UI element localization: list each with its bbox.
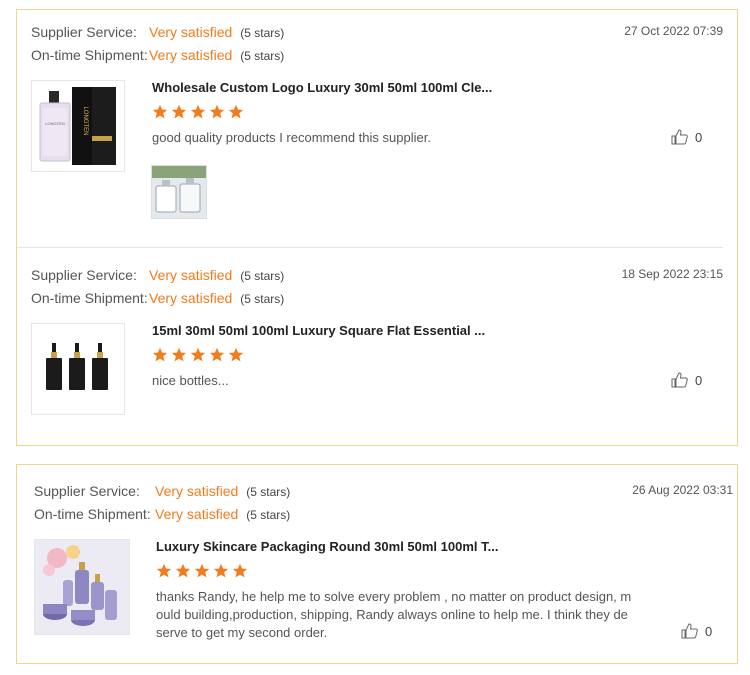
on-time-shipment-row: On-time Shipment: Very satisfied (5 star… xyxy=(31,290,284,306)
star-icon xyxy=(171,347,187,362)
dropper-bottles-image xyxy=(32,324,124,414)
star-icon xyxy=(171,104,187,119)
on-time-shipment-stars: (5 stars) xyxy=(240,49,285,63)
product-thumbnail[interactable]: LONGTEN LONGTEN xyxy=(31,80,125,172)
product-thumbnail[interactable] xyxy=(34,539,130,635)
review-date: 26 Aug 2022 03:31 xyxy=(632,483,733,497)
on-time-shipment-value: Very satisfied xyxy=(149,47,233,63)
supplier-service-value: Very satisfied xyxy=(149,267,233,283)
like-count: 0 xyxy=(695,129,703,145)
star-icon xyxy=(152,347,168,362)
review-comment-line: thanks Randy, he help me to solve every … xyxy=(156,589,632,604)
skincare-set-image xyxy=(35,540,129,634)
like-count: 0 xyxy=(695,372,703,388)
star-icon xyxy=(228,104,244,119)
supplier-service-value: Very satisfied xyxy=(149,24,233,40)
star-icon xyxy=(213,563,229,578)
box-brand-text: LONGTEN xyxy=(82,106,88,135)
review-comment-line: ould building,production, shipping, Rand… xyxy=(156,607,628,622)
on-time-shipment-label: On-time Shipment: xyxy=(34,506,151,522)
supplier-service-stars: (5 stars) xyxy=(246,485,291,499)
star-icon xyxy=(156,563,172,578)
review-date: 27 Oct 2022 07:39 xyxy=(624,24,723,38)
on-time-shipment-value: Very satisfied xyxy=(155,506,239,522)
star-icon xyxy=(190,347,206,362)
star-icon xyxy=(209,104,225,119)
product-title[interactable]: 15ml 30ml 50ml 100ml Luxury Square Flat … xyxy=(152,323,485,338)
supplier-service-row: Supplier Service: Very satisfied (5 star… xyxy=(31,24,284,40)
thumbs-up-icon xyxy=(681,623,698,639)
supplier-service-row: Supplier Service: Very satisfied (5 star… xyxy=(31,267,284,283)
on-time-shipment-stars: (5 stars) xyxy=(246,508,291,522)
review-stars xyxy=(152,347,244,363)
product-title[interactable]: Luxury Skincare Packaging Round 30ml 50m… xyxy=(156,539,498,554)
review-item: Supplier Service: Very satisfied (5 star… xyxy=(17,248,737,445)
thumbs-up-icon xyxy=(671,129,688,145)
review-item: Supplier Service: Very satisfied (5 star… xyxy=(17,465,737,663)
like-count: 0 xyxy=(705,623,713,639)
like-button[interactable]: 0 xyxy=(671,129,702,145)
review-stars xyxy=(152,104,244,120)
product-thumbnail[interactable] xyxy=(31,323,125,415)
review-attachment-image[interactable] xyxy=(151,165,207,219)
star-icon xyxy=(228,347,244,362)
review-comment-line: serve to get my second order. xyxy=(156,625,328,640)
supplier-service-stars: (5 stars) xyxy=(240,26,285,40)
on-time-shipment-label: On-time Shipment: xyxy=(31,290,148,306)
review-item: Supplier Service: Very satisfied (5 star… xyxy=(17,10,737,248)
perfume-box-image: LONGTEN LONGTEN xyxy=(32,81,124,171)
review-stars xyxy=(156,563,248,579)
review-comment: nice bottles... xyxy=(152,373,229,388)
supplier-service-value: Very satisfied xyxy=(155,483,239,499)
supplier-service-row: Supplier Service: Very satisfied (5 star… xyxy=(34,483,290,499)
like-button[interactable]: 0 xyxy=(681,623,712,639)
supplier-service-label: Supplier Service: xyxy=(31,267,137,283)
product-title[interactable]: Wholesale Custom Logo Luxury 30ml 50ml 1… xyxy=(152,80,492,95)
star-icon xyxy=(175,563,191,578)
review-date: 18 Sep 2022 23:15 xyxy=(621,267,723,281)
on-time-shipment-row: On-time Shipment: Very satisfied (5 star… xyxy=(31,47,284,63)
review-comment: thanks Randy, he help me to solve every … xyxy=(156,588,636,642)
supplier-service-label: Supplier Service: xyxy=(34,483,140,499)
star-icon xyxy=(190,104,206,119)
star-icon xyxy=(209,347,225,362)
supplier-service-stars: (5 stars) xyxy=(240,269,285,283)
on-time-shipment-label: On-time Shipment: xyxy=(31,47,148,63)
star-icon xyxy=(194,563,210,578)
review-comment: good quality products I recommend this s… xyxy=(152,130,431,145)
review-card: Supplier Service: Very satisfied (5 star… xyxy=(16,464,738,664)
on-time-shipment-row: On-time Shipment: Very satisfied (5 star… xyxy=(34,506,290,522)
like-button[interactable]: 0 xyxy=(671,372,702,388)
review-card: Supplier Service: Very satisfied (5 star… xyxy=(16,9,738,446)
star-icon xyxy=(152,104,168,119)
on-time-shipment-stars: (5 stars) xyxy=(240,292,285,306)
star-icon xyxy=(232,563,248,578)
bottle-label: LONGTEN xyxy=(45,121,64,126)
on-time-shipment-value: Very satisfied xyxy=(149,290,233,306)
thumbs-up-icon xyxy=(671,372,688,388)
supplier-service-label: Supplier Service: xyxy=(31,24,137,40)
attachment-photo xyxy=(152,166,206,218)
